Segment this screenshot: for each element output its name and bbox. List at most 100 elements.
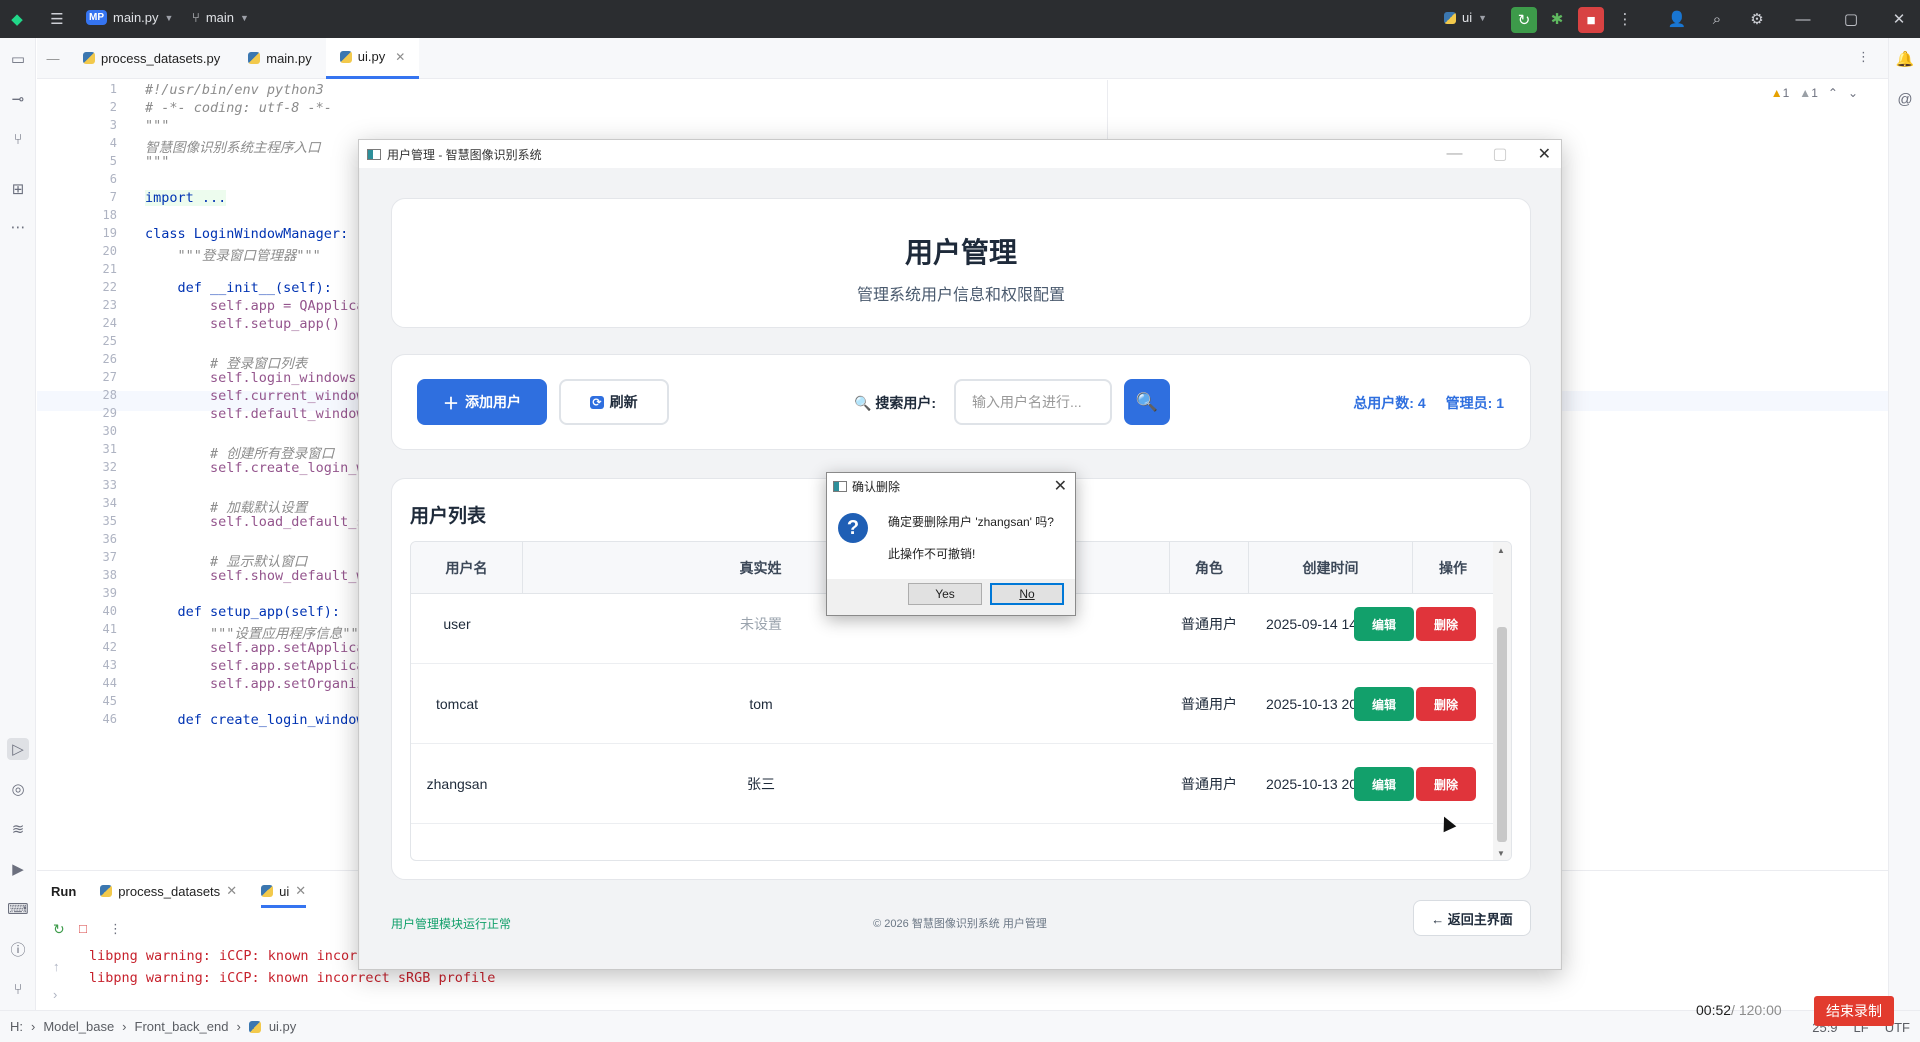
more-icon[interactable]: ⋮ <box>109 921 122 937</box>
edit-button[interactable]: 编辑 <box>1354 767 1414 801</box>
delete-button[interactable]: 删除 <box>1416 767 1476 801</box>
add-user-button[interactable]: ＋ 添加用户 <box>417 379 547 425</box>
more-icon[interactable]: ⋮ <box>1614 8 1636 30</box>
more-tools-icon[interactable]: ⋯ <box>7 216 29 238</box>
rerun-icon[interactable]: ↻ <box>1511 7 1537 33</box>
structure-icon[interactable]: ⊞ <box>7 178 29 200</box>
pull-requests-icon[interactable]: ⑂ <box>7 128 29 150</box>
left-tool-strip: ▭ ⊸ ⑂ ⊞ ⋯ › ▷ ◎ ≋ ▶ ⌨ ⓘ ⑂ <box>0 38 61 1010</box>
editor-tabs: — process_datasets.py main.py ui.py ✕ ⋮ <box>37 37 1888 79</box>
header-card: 用户管理 管理系统用户信息和权限配置 <box>391 198 1531 328</box>
delete-button[interactable]: 删除 <box>1416 687 1476 721</box>
stop-recording-button[interactable]: 结束录制 <box>1814 996 1894 1026</box>
maximize-icon[interactable]: ▢ <box>1840 8 1862 30</box>
scroll-up-icon[interactable]: ▲ <box>1497 546 1505 555</box>
ide-logo-icon[interactable]: ◆ <box>6 8 28 30</box>
cell-realname: 张三 <box>747 776 775 792</box>
close-tab-icon[interactable]: ✕ <box>295 883 306 899</box>
problems-icon[interactable]: ⓘ <box>7 938 29 960</box>
breadcrumb-folder[interactable]: Model_base <box>43 1019 114 1034</box>
refresh-button[interactable]: ⟳ 刷新 <box>559 379 669 425</box>
inspection-widget[interactable]: ▲1 ▲1 ⌃ ⌄ <box>1771 86 1858 100</box>
search-icon[interactable]: ⌕ <box>1706 8 1728 30</box>
services-icon[interactable]: ▶ <box>7 858 29 880</box>
close-tab-icon[interactable]: ✕ <box>226 883 237 899</box>
column-header-actions[interactable]: 操作 <box>1413 542 1493 594</box>
tab-process-datasets[interactable]: process_datasets.py <box>69 38 234 79</box>
notifications-icon[interactable]: 🔔 <box>1894 48 1916 70</box>
search-input[interactable]: 输入用户名进行... <box>954 379 1112 425</box>
python-console-icon[interactable]: ◎ <box>7 778 29 800</box>
close-icon[interactable]: ✕ <box>1054 476 1067 496</box>
project-file: main.py <box>113 10 159 25</box>
tab-ui[interactable]: ui.py ✕ <box>325 37 420 79</box>
tab-main[interactable]: main.py <box>234 38 326 79</box>
close-icon[interactable]: ✕ <box>1888 8 1910 30</box>
back-to-main-button[interactable]: ← 返回主界面 <box>1413 900 1531 936</box>
project-folder-icon[interactable]: ▭ <box>7 48 29 70</box>
expand-icon[interactable]: › <box>53 987 57 1002</box>
settings-icon[interactable]: ⚙ <box>1746 8 1768 30</box>
code-line: self.app.setOrganiz <box>145 676 365 692</box>
refresh-label: 刷新 <box>609 394 638 410</box>
stop-icon[interactable]: □ <box>79 921 87 936</box>
table-scrollbar[interactable]: ▲ ▼ <box>1493 542 1511 860</box>
right-tool-strip: 🔔 @ <box>1888 38 1920 1010</box>
code-line: # 加载默认设置 <box>145 500 308 516</box>
run-tool-icon[interactable]: ▷ <box>7 738 29 760</box>
edit-button[interactable]: 编辑 <box>1354 687 1414 721</box>
run-config-selector[interactable]: ui ▼ <box>1444 10 1487 25</box>
ai-assistant-icon[interactable]: @ <box>1894 88 1916 110</box>
dialog-title: 确认删除 <box>852 479 901 494</box>
run-tab-ui[interactable]: ui ✕ <box>261 874 307 908</box>
line-number: 46 <box>102 712 117 726</box>
main-menu-icon[interactable]: ☰ <box>46 8 68 30</box>
python-icon <box>1444 11 1456 24</box>
table-row[interactable]: tomcat tom 普通用户 2025-10-13 20:32:27 编辑 删除 <box>411 664 1493 744</box>
debug-icon[interactable]: ✱ <box>1546 8 1568 30</box>
breadcrumb-file[interactable]: ui.py <box>269 1019 296 1034</box>
column-header-created[interactable]: 创建时间 <box>1249 542 1413 594</box>
column-header-username[interactable]: 用户名 <box>411 542 523 594</box>
stop-icon[interactable]: ■ <box>1578 7 1604 33</box>
minimize-icon[interactable]: — <box>1792 8 1814 30</box>
scroll-down-icon[interactable]: ▼ <box>1497 849 1505 858</box>
close-tab-icon[interactable]: ✕ <box>395 50 405 64</box>
line-number: 30 <box>102 424 117 438</box>
table-row[interactable]: zhangsan 张三 普通用户 2025-10-13 20:36:03 编辑 删除 <box>411 744 1493 824</box>
line-number: 35 <box>102 514 117 528</box>
column-header-role[interactable]: 角色 <box>1169 542 1249 594</box>
python-icon <box>339 50 352 63</box>
no-button[interactable]: No <box>990 583 1064 605</box>
tabs-more-icon[interactable]: ⋮ <box>1857 49 1870 65</box>
chevron-down-icon[interactable]: ⌄ <box>1848 86 1858 100</box>
project-selector[interactable]: MP main.py ▼ <box>86 10 173 25</box>
commit-icon[interactable]: ⊸ <box>7 88 29 110</box>
code-line: """ <box>145 154 170 170</box>
warning-icon: ▲ <box>1770 86 1783 100</box>
minimize-icon[interactable]: — <box>1446 145 1462 163</box>
close-icon[interactable]: ✕ <box>1538 144 1551 164</box>
branch-selector[interactable]: ⑂ main ▼ <box>192 10 249 25</box>
git-icon[interactable]: ⑂ <box>7 978 29 1000</box>
add-user-icon[interactable]: 👤 <box>1666 8 1688 30</box>
run-tab-process-datasets[interactable]: process_datasets ✕ <box>100 883 237 899</box>
code-line: self.app.setApplica <box>145 658 365 674</box>
rerun-icon[interactable]: ↻ <box>53 921 65 938</box>
terminal-icon[interactable]: ⌨ <box>7 898 29 920</box>
delete-button[interactable]: 删除 <box>1416 607 1476 641</box>
maximize-icon[interactable]: ▢ <box>1492 144 1507 164</box>
breadcrumb-drive[interactable]: H: <box>10 1019 23 1034</box>
code-line: import ... <box>145 190 227 206</box>
search-button[interactable]: 🔍 <box>1124 379 1170 425</box>
scrollbar-thumb[interactable] <box>1497 627 1507 842</box>
breadcrumb-folder[interactable]: Front_back_end <box>135 1019 229 1034</box>
layers-icon[interactable]: ≋ <box>7 818 29 840</box>
collapse-icon[interactable]: — <box>37 51 69 66</box>
code-line: def create_login_window <box>145 712 365 728</box>
yes-button[interactable]: Yes <box>908 583 982 605</box>
chevron-up-icon[interactable]: ⌃ <box>1828 86 1838 100</box>
edit-button[interactable]: 编辑 <box>1354 607 1414 641</box>
line-number: 6 <box>109 172 117 186</box>
scroll-up-icon[interactable]: ↑ <box>53 959 60 974</box>
